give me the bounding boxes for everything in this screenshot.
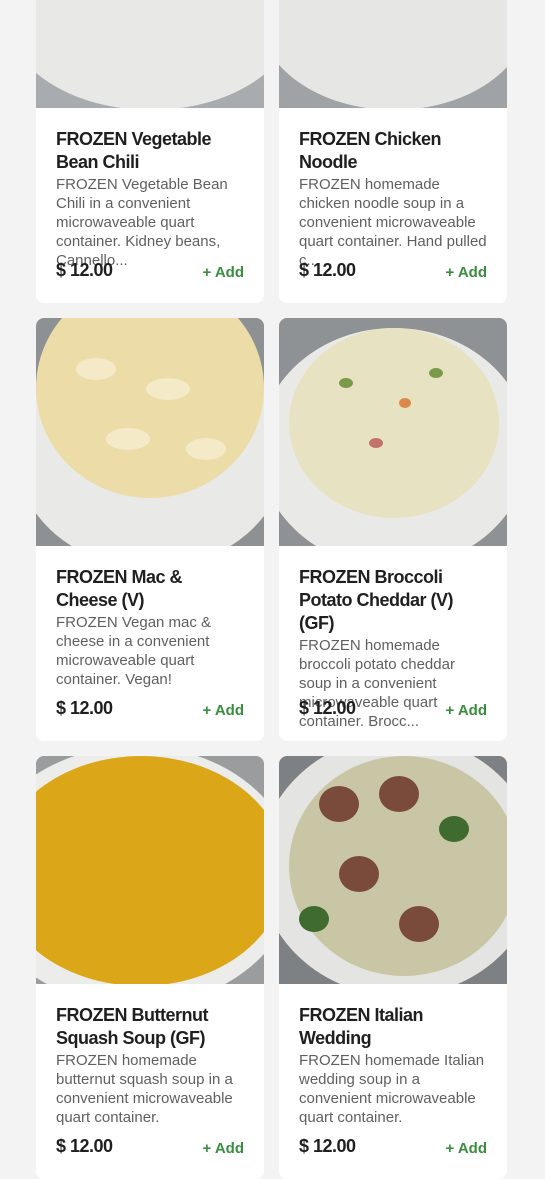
product-image[interactable] — [279, 318, 507, 546]
product-price: $ 12.00 — [299, 698, 356, 718]
product-image[interactable] — [279, 0, 507, 108]
product-card[interactable]: FROZEN Mac & Cheese (V) FROZEN Vegan mac… — [36, 318, 264, 741]
add-button[interactable]: + Add — [202, 264, 244, 281]
product-card[interactable]: FROZEN Butternut Squash Soup (GF) FROZEN… — [36, 756, 264, 1179]
product-name: FROZEN Italian Wedding — [299, 1005, 424, 1048]
product-card[interactable]: FROZEN Vegetable Bean Chili FROZEN Veget… — [36, 0, 264, 303]
product-price: $ 12.00 — [299, 1136, 356, 1156]
add-button[interactable]: + Add — [202, 702, 244, 719]
add-button[interactable]: + Add — [445, 702, 487, 719]
product-description: FROZEN Vegetable Bean Chili in a conveni… — [56, 176, 228, 269]
product-name: FROZEN Broccoli Potato Cheddar (V)(GF) — [299, 567, 454, 633]
product-image[interactable] — [279, 756, 507, 984]
add-button[interactable]: + Add — [202, 1140, 244, 1157]
product-name: FROZEN Vegetable Bean Chili — [56, 129, 212, 172]
product-description: FROZEN homemade Italian wedding soup in … — [299, 1052, 485, 1126]
product-name: FROZEN Mac & Cheese (V) — [56, 567, 183, 610]
product-price: $ 12.00 — [56, 698, 113, 718]
product-price: $ 12.00 — [56, 1136, 113, 1156]
product-card[interactable]: FROZEN Chicken Noodle FROZEN homemade ch… — [279, 0, 507, 303]
product-name: FROZEN Butternut Squash Soup (GF) — [56, 1005, 208, 1048]
product-card[interactable]: FROZEN Broccoli Potato Cheddar (V)(GF) F… — [279, 318, 507, 741]
product-image[interactable] — [36, 756, 264, 984]
product-description: FROZEN homemade butternut squash soup in… — [56, 1052, 233, 1126]
product-description: FROZEN Vegan mac & cheese in a convenien… — [56, 614, 212, 688]
product-image[interactable] — [36, 0, 264, 108]
product-name: FROZEN Chicken Noodle — [299, 129, 442, 172]
product-description: FROZEN homemade chicken noodle soup in a… — [299, 176, 487, 269]
product-price: $ 12.00 — [56, 260, 113, 280]
add-button[interactable]: + Add — [445, 1140, 487, 1157]
add-button[interactable]: + Add — [445, 264, 487, 281]
product-image[interactable] — [36, 318, 264, 546]
product-card[interactable]: FROZEN Italian Wedding FROZEN homemade I… — [279, 756, 507, 1179]
product-grid: FROZEN Vegetable Bean Chili FROZEN Veget… — [36, 0, 507, 1179]
product-price: $ 12.00 — [299, 260, 356, 280]
